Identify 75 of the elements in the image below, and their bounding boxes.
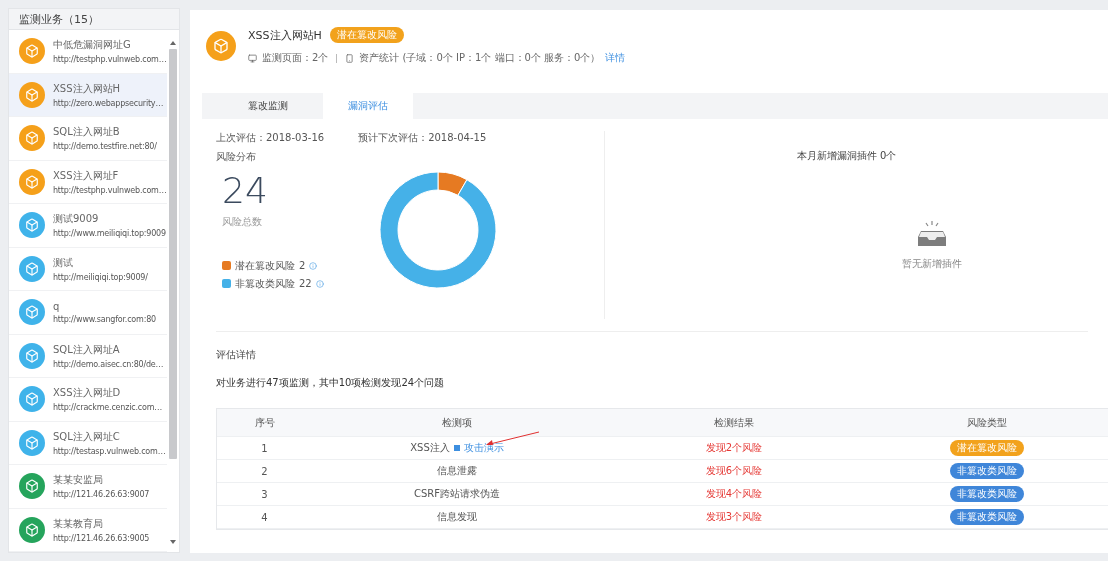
monitor-icon [248, 53, 257, 63]
site-name: 测试 [53, 255, 74, 270]
phone-icon [345, 53, 355, 63]
scroll-down-icon[interactable] [170, 540, 176, 544]
risk-badge: 非篡改类风险 [950, 509, 1024, 525]
site-name: 某某安监局 [53, 473, 104, 488]
plugins-title: 本月新增漏洞插件 0个 [796, 149, 897, 163]
site-url: http://testphp.vulnweb.com… [53, 55, 167, 65]
table-cell-text: 发现3个风险 [704, 510, 764, 524]
column-header: 序号 [253, 415, 276, 430]
asset-stats: 资产统计 (子域：0个 IP：1个 端口：0个 服务：0个） [359, 51, 601, 65]
table-cell-text: 3 [260, 488, 269, 500]
legend-label: 非篡改类风险 [235, 276, 295, 291]
column-header: 检测结果 [713, 415, 755, 430]
info-icon[interactable] [315, 279, 324, 288]
site-url: http://www.meiliqiqi.top:9009 [53, 229, 166, 239]
next-evaluation: 预计下次评估：2018-04-15 [358, 131, 487, 145]
details-link[interactable]: 详情 [605, 51, 626, 65]
scrollbar-thumb[interactable] [169, 49, 177, 459]
risk-badge: 非篡改类风险 [950, 486, 1024, 502]
site-name: XSS注入网址F [53, 168, 120, 183]
site-name: SQL注入网址A [53, 342, 121, 357]
check-item: 信息发现 [437, 510, 477, 524]
site-name: 某某教育局 [53, 516, 104, 531]
tab[interactable]: 篡改监测 [213, 93, 323, 119]
last-evaluation: 上次评估：2018-03-16 [216, 131, 325, 145]
legend-count: 2 [299, 260, 306, 271]
tab[interactable]: 漏洞评估 [323, 93, 413, 119]
risk-badge: 潜在篡改风险 [329, 27, 404, 43]
table-cell-text: 4 [260, 511, 269, 523]
site-url: http://crackme.cenzic.com… [53, 403, 163, 413]
table-cell-text: 发现6个风险 [704, 464, 764, 478]
empty-text: 暂无新增插件 [901, 257, 962, 271]
site-url: http://meiliqiqi.top:9009/ [53, 272, 148, 282]
play-icon [453, 445, 460, 451]
site-url: http://demo.aisec.cn:80/de… [53, 359, 164, 369]
check-item: XSS注入 [410, 441, 450, 455]
site-name: 测试9009 [53, 212, 100, 227]
site-url: http://zero.webappsecurity… [53, 98, 164, 108]
site-name: XSS注入网站H [53, 81, 122, 96]
column-header: 检测项 [441, 415, 473, 430]
legend-label: 潜在篡改风险 [235, 258, 295, 273]
site-url: http://121.46.26.63:9007 [53, 490, 150, 500]
site-url: http://testasp.vulnweb.com… [53, 446, 166, 456]
section-title: 风险分布 [216, 150, 257, 164]
risk-badge: 非篡改类风险 [950, 463, 1024, 479]
cube-icon [206, 31, 236, 61]
table-cell-text: 发现2个风险 [704, 441, 764, 455]
summary-text: 对业务进行47项监测，其中10项检测发现24个问题 [216, 376, 446, 390]
risk-badge: 潜在篡改风险 [950, 440, 1024, 456]
site-name: SQL注入网址B [53, 125, 121, 140]
site-name: XSS注入网址D [53, 386, 122, 401]
table-cell-text: 1 [260, 442, 269, 454]
site-name: q [53, 300, 61, 312]
site-url: http://testphp.vulnweb.com… [53, 185, 167, 195]
site-list-item[interactable]: XSS注入网站H http://zero.webappsecurity… [9, 73, 167, 117]
sidebar-title: 监测业务（15） [9, 9, 179, 30]
info-icon[interactable] [309, 261, 318, 270]
table-cell-text: 2 [260, 465, 269, 477]
site-name: SQL注入网址C [53, 429, 121, 444]
scroll-up-icon[interactable] [170, 41, 176, 45]
site-name: 中低危漏洞网址G [53, 38, 132, 53]
site-url: http://121.46.26.63:9005 [53, 533, 150, 543]
risk-total: 24 [222, 169, 269, 211]
section-title: 评估详情 [216, 348, 257, 362]
risk-total-label: 风险总数 [222, 214, 263, 229]
table-cell-text: 发现4个风险 [704, 487, 764, 501]
legend-count: 22 [299, 278, 312, 289]
site-url: http://demo.testfire.net:80/ [53, 142, 157, 152]
column-header: 风险类型 [966, 415, 1008, 430]
site-url: http://www.sangfor.com:80 [53, 314, 156, 324]
page-stats: 监测页面：2个 [262, 51, 329, 65]
check-item: 信息泄露 [437, 464, 477, 478]
site-title: XSS注入网站H [248, 27, 322, 43]
check-item: CSRF跨站请求伪造 [414, 487, 500, 501]
